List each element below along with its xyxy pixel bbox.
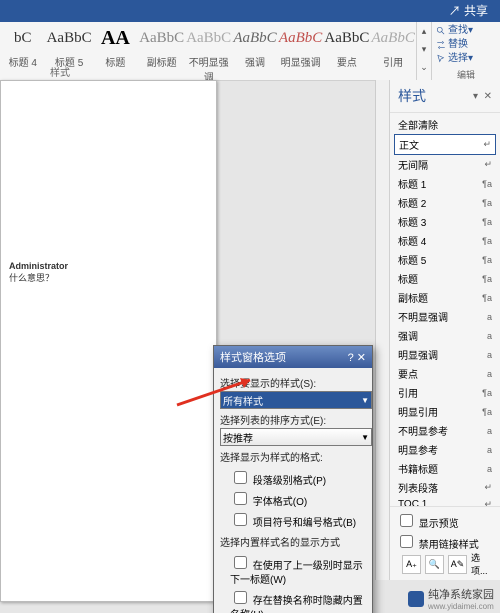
gallery-style-item[interactable]: AA标题: [93, 22, 139, 80]
style-inspector-icon[interactable]: 🔍: [425, 555, 444, 574]
gallery-style-item[interactable]: bC标题 4: [0, 22, 46, 80]
style-list-item[interactable]: 副标题¶a: [394, 288, 496, 307]
style-list-item[interactable]: 正文↵: [394, 134, 496, 155]
label-format-group: 选择显示为样式的格式:: [220, 449, 366, 464]
gallery-more-icon[interactable]: ⌄: [417, 58, 431, 76]
show-preview-checkbox[interactable]: 显示预览: [396, 511, 494, 532]
dialog-titlebar[interactable]: 样式窗格选项 ? ✕: [214, 346, 372, 368]
style-list-item[interactable]: 不明显强调a: [394, 307, 496, 326]
dialog-close-icon[interactable]: ✕: [357, 352, 366, 364]
select-button[interactable]: 选择 ▾: [436, 52, 496, 66]
gallery-scroll[interactable]: ▴ ▾ ⌄: [416, 22, 431, 80]
titlebar: ↗ 共享: [0, 0, 500, 22]
styles-pane: 样式 ▾ ✕ 全部清除 正文↵无间隔↵标题 1¶a标题 2¶a标题 3¶a标题 …: [389, 80, 500, 580]
gallery-style-item[interactable]: AaBbC引用: [370, 22, 416, 80]
style-list-item[interactable]: 标题 1¶a: [394, 174, 496, 193]
chk-show-next-heading[interactable]: 在使用了上一级别时显示下一标题(W): [230, 553, 366, 588]
style-list-item[interactable]: 不明显参考a: [394, 421, 496, 440]
share-button[interactable]: ↗ 共享: [449, 4, 488, 18]
doc-line: 什么意思？: [9, 271, 210, 284]
cursor-icon: [436, 54, 446, 64]
options-link[interactable]: 选项...: [471, 555, 488, 572]
styles-pane-footer: 显示预览 禁用链接样式 A₊ 🔍 A✎ 选项...: [390, 506, 500, 580]
chk-font-format[interactable]: 字体格式(O): [230, 489, 366, 510]
scroll-up-icon[interactable]: ▴: [417, 22, 431, 40]
vertical-scrollbar[interactable]: [375, 80, 390, 580]
label-builtin-group: 选择内置样式名的显示方式: [220, 534, 366, 549]
styles-group-label: 样式: [50, 64, 70, 79]
style-list-item[interactable]: 明显引用¶a: [394, 402, 496, 421]
combo-styles-to-show[interactable]: 所有样式▼: [220, 391, 372, 409]
style-list-item[interactable]: 无间隔↵: [394, 155, 496, 174]
chevron-down-icon: ▼: [361, 396, 369, 405]
style-list-item[interactable]: 书籍标题a: [394, 459, 496, 478]
find-button[interactable]: 查找 ▾: [436, 24, 496, 38]
chk-paragraph-format[interactable]: 段落级别格式(P): [230, 468, 366, 489]
label-sort-method: 选择列表的排序方式(E):: [220, 412, 366, 427]
style-list-item[interactable]: 明显参考a: [394, 440, 496, 459]
style-list-item[interactable]: 标题 2¶a: [394, 193, 496, 212]
style-pane-options-dialog: 样式窗格选项 ? ✕ 选择要显示的样式(S): 所有样式▼ 选择列表的排序方式(…: [213, 345, 373, 613]
style-list-item[interactable]: 强调a: [394, 326, 496, 345]
dialog-body: 选择要显示的样式(S): 所有样式▼ 选择列表的排序方式(E): 按推荐▼ 选择…: [214, 368, 372, 613]
combo-sort-method[interactable]: 按推荐▼: [220, 428, 372, 446]
editing-group: 查找 ▾ 替换 选择 ▾ 编辑: [431, 22, 500, 80]
style-list-item[interactable]: 引用¶a: [394, 383, 496, 402]
scroll-down-icon[interactable]: ▾: [417, 40, 431, 58]
style-list-item[interactable]: 明显强调a: [394, 345, 496, 364]
manage-styles-icon[interactable]: A✎: [448, 555, 467, 574]
pane-controls: ▾ ✕: [473, 91, 492, 102]
gallery-style-item[interactable]: AaBbC明显强调: [278, 22, 324, 80]
style-list-item[interactable]: 标题 5¶a: [394, 250, 496, 269]
gallery-style-item[interactable]: AaBbC副标题: [138, 22, 185, 80]
style-list-item[interactable]: 标题 3¶a: [394, 212, 496, 231]
document-content: Administrator 什么意思？: [1, 81, 216, 284]
pane-close-icon[interactable]: ✕: [484, 91, 492, 102]
doc-author: Administrator: [9, 261, 210, 271]
gallery-style-item[interactable]: AaBbC强调: [232, 22, 278, 80]
styles-pane-header: 样式 ▾ ✕: [390, 80, 500, 113]
ribbon: bC标题 4AaBbC标题 5AA标题AaBbC副标题AaBbC不明显强调AaB…: [0, 22, 500, 81]
dialog-help-close: ? ✕: [348, 351, 366, 364]
gallery-style-item[interactable]: AaBbC要点: [323, 22, 370, 80]
style-list-item[interactable]: 列表段落↵: [394, 478, 496, 497]
replace-icon: [436, 40, 446, 50]
watermark: 纯净系统家园 www.yidaimei.com: [408, 586, 494, 611]
dialog-title: 样式窗格选项: [220, 349, 286, 365]
pane-dropdown-icon[interactable]: ▾: [473, 91, 478, 102]
chevron-down-icon: ▼: [361, 433, 369, 442]
new-style-icon[interactable]: A₊: [402, 555, 421, 574]
chk-list-format[interactable]: 项目符号和编号格式(B): [230, 510, 366, 531]
chk-hide-builtin-name[interactable]: 存在替换名称时隐藏内置名称(H): [230, 588, 366, 613]
replace-button[interactable]: 替换: [436, 38, 496, 52]
clear-all-styles[interactable]: 全部清除: [394, 115, 496, 134]
dialog-help-icon[interactable]: ?: [348, 352, 354, 364]
styles-pane-title: 样式: [398, 86, 426, 106]
gallery-style-item[interactable]: AaBbC不明显强调: [185, 22, 232, 80]
style-list-item[interactable]: 标题 4¶a: [394, 231, 496, 250]
document-page[interactable]: Administrator 什么意思？: [0, 80, 217, 602]
style-list-item[interactable]: TOC 1↵: [394, 497, 496, 506]
label-styles-to-show: 选择要显示的样式(S):: [220, 375, 366, 390]
styles-list[interactable]: 全部清除 正文↵无间隔↵标题 1¶a标题 2¶a标题 3¶a标题 4¶a标题 5…: [390, 113, 500, 506]
search-icon: [436, 26, 446, 36]
watermark-icon: [408, 591, 424, 607]
style-list-item[interactable]: 要点a: [394, 364, 496, 383]
style-list-item[interactable]: 标题¶a: [394, 269, 496, 288]
